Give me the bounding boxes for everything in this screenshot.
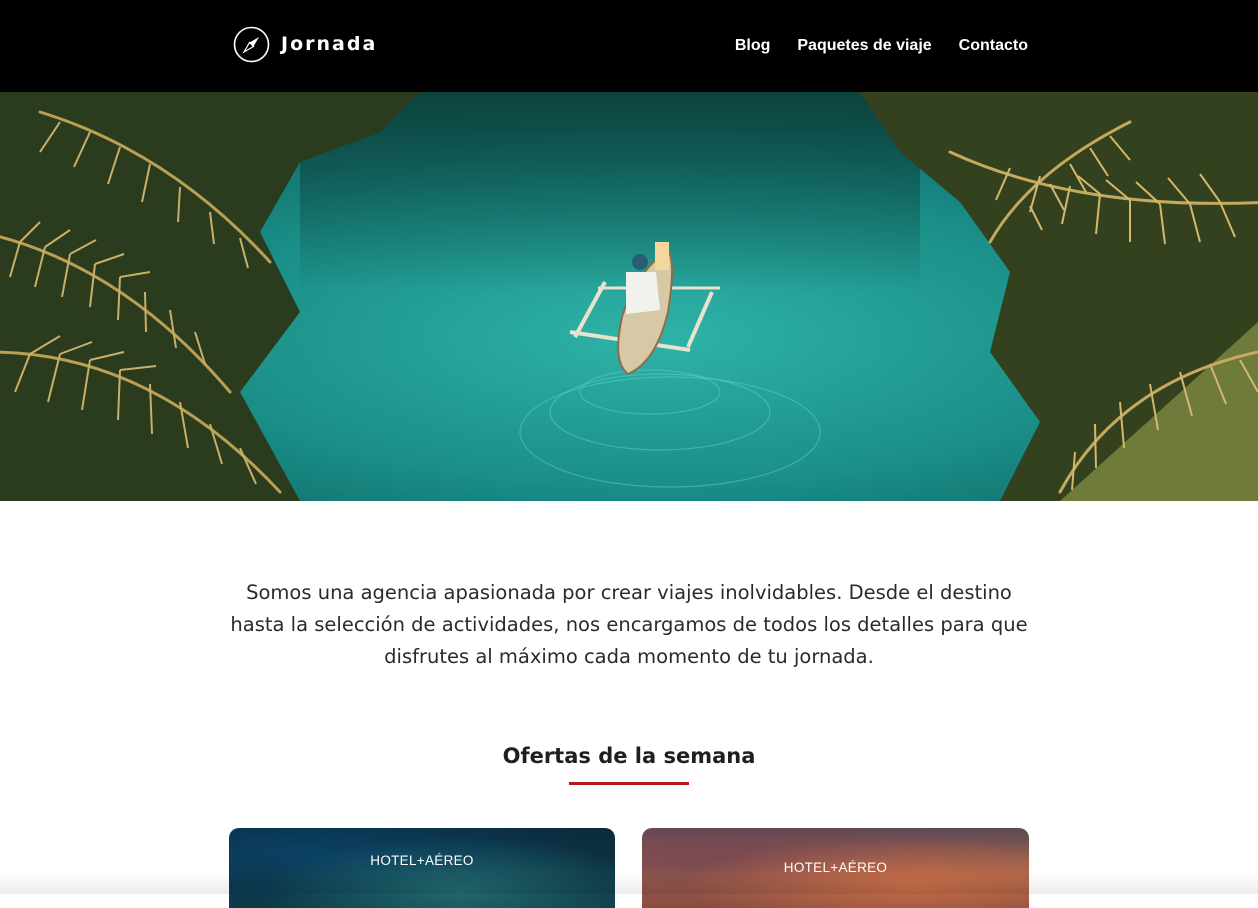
- hero-image: [0, 92, 1258, 501]
- nav-link-blog[interactable]: Blog: [735, 37, 771, 55]
- nav-link-contact[interactable]: Contacto: [959, 37, 1028, 55]
- main-nav: Blog Paquetes de viaje Contacto: [708, 0, 1028, 92]
- intro-text: Somos una agencia apasionada por crear v…: [230, 581, 1028, 668]
- offers-section-title: Ofertas de la semana: [502, 744, 756, 768]
- site-header: Jornada Blog Paquetes de viaje Contacto: [0, 0, 1258, 92]
- offer-card-1[interactable]: HOTEL+AÉREO: [229, 828, 615, 908]
- brand-name: Jornada: [281, 33, 378, 55]
- offer-badge: HOTEL+AÉREO: [370, 853, 474, 868]
- offer-card-2[interactable]: HOTEL+AÉREO: [642, 828, 1029, 908]
- logo-link[interactable]: Jornada: [233, 26, 377, 63]
- compass-icon: [233, 26, 270, 63]
- nav-link-travel-packages[interactable]: Paquetes de viaje: [797, 37, 931, 55]
- title-underline: [569, 782, 689, 785]
- page-fold-shadow: [0, 872, 1258, 894]
- offer-badge: HOTEL+AÉREO: [783, 860, 888, 875]
